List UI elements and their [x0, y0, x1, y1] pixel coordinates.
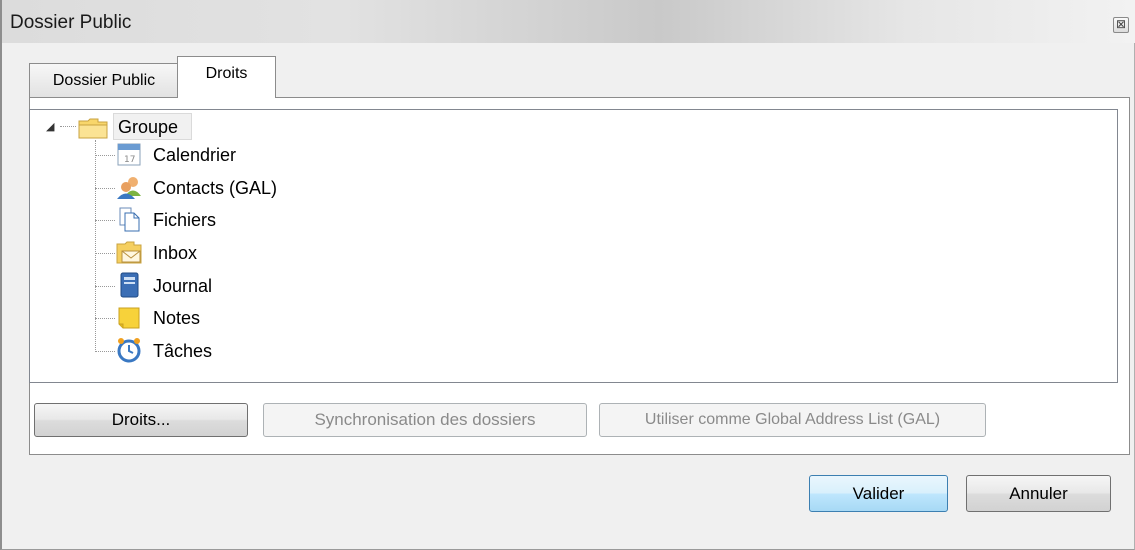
tree-item-label: Notes [153, 308, 201, 328]
ok-button[interactable]: Valider [809, 475, 948, 512]
tree-item-taches[interactable]: Tâches [0, 336, 400, 366]
inbox-icon [116, 241, 142, 264]
journal-icon [120, 272, 139, 298]
use-as-gal-button[interactable]: Utiliser comme Global Address List (GAL) [599, 403, 986, 437]
close-button[interactable]: ⊠ [1113, 17, 1129, 33]
tasks-icon [117, 338, 141, 363]
cancel-button[interactable]: Annuler [966, 475, 1111, 512]
tree-item-inbox[interactable]: Inbox [0, 238, 400, 268]
tree-item-journal[interactable]: Journal [0, 271, 400, 301]
tree-item-fichiers[interactable]: Fichiers [0, 205, 400, 235]
tree-connector [60, 126, 76, 127]
tree-item-label: Calendrier [153, 145, 237, 165]
tree-item-label: Fichiers [153, 210, 217, 230]
svg-text:17: 17 [124, 155, 135, 165]
tree-item-label: Contacts (GAL) [153, 178, 278, 198]
calendar-icon: 17 [117, 143, 141, 166]
rights-button[interactable]: Droits... [34, 403, 248, 437]
tree-item-label: Inbox [153, 243, 198, 263]
folder-icon [78, 118, 108, 139]
title-bar[interactable]: Dossier Public ⊠ [2, 0, 1135, 43]
sync-folders-button[interactable]: Synchronisation des dossiers [263, 403, 587, 437]
tree-item-notes[interactable]: Notes [0, 303, 400, 333]
tree-item-label: Tâches [153, 341, 213, 361]
contacts-icon [117, 177, 141, 199]
tree-item-contacts[interactable]: Contacts (GAL) [0, 173, 400, 203]
window-title: Dossier Public [10, 12, 132, 33]
files-icon [119, 207, 140, 232]
tab-dossier-public[interactable]: Dossier Public [29, 63, 179, 97]
tree-root-label[interactable]: Groupe [113, 113, 192, 140]
tree-item-label: Journal [153, 276, 213, 296]
close-icon: ⊠ [1115, 17, 1127, 31]
tab-droits[interactable]: Droits [177, 56, 276, 98]
notes-icon [118, 307, 140, 329]
tree-item-calendrier[interactable]: 17 Calendrier [0, 140, 400, 170]
